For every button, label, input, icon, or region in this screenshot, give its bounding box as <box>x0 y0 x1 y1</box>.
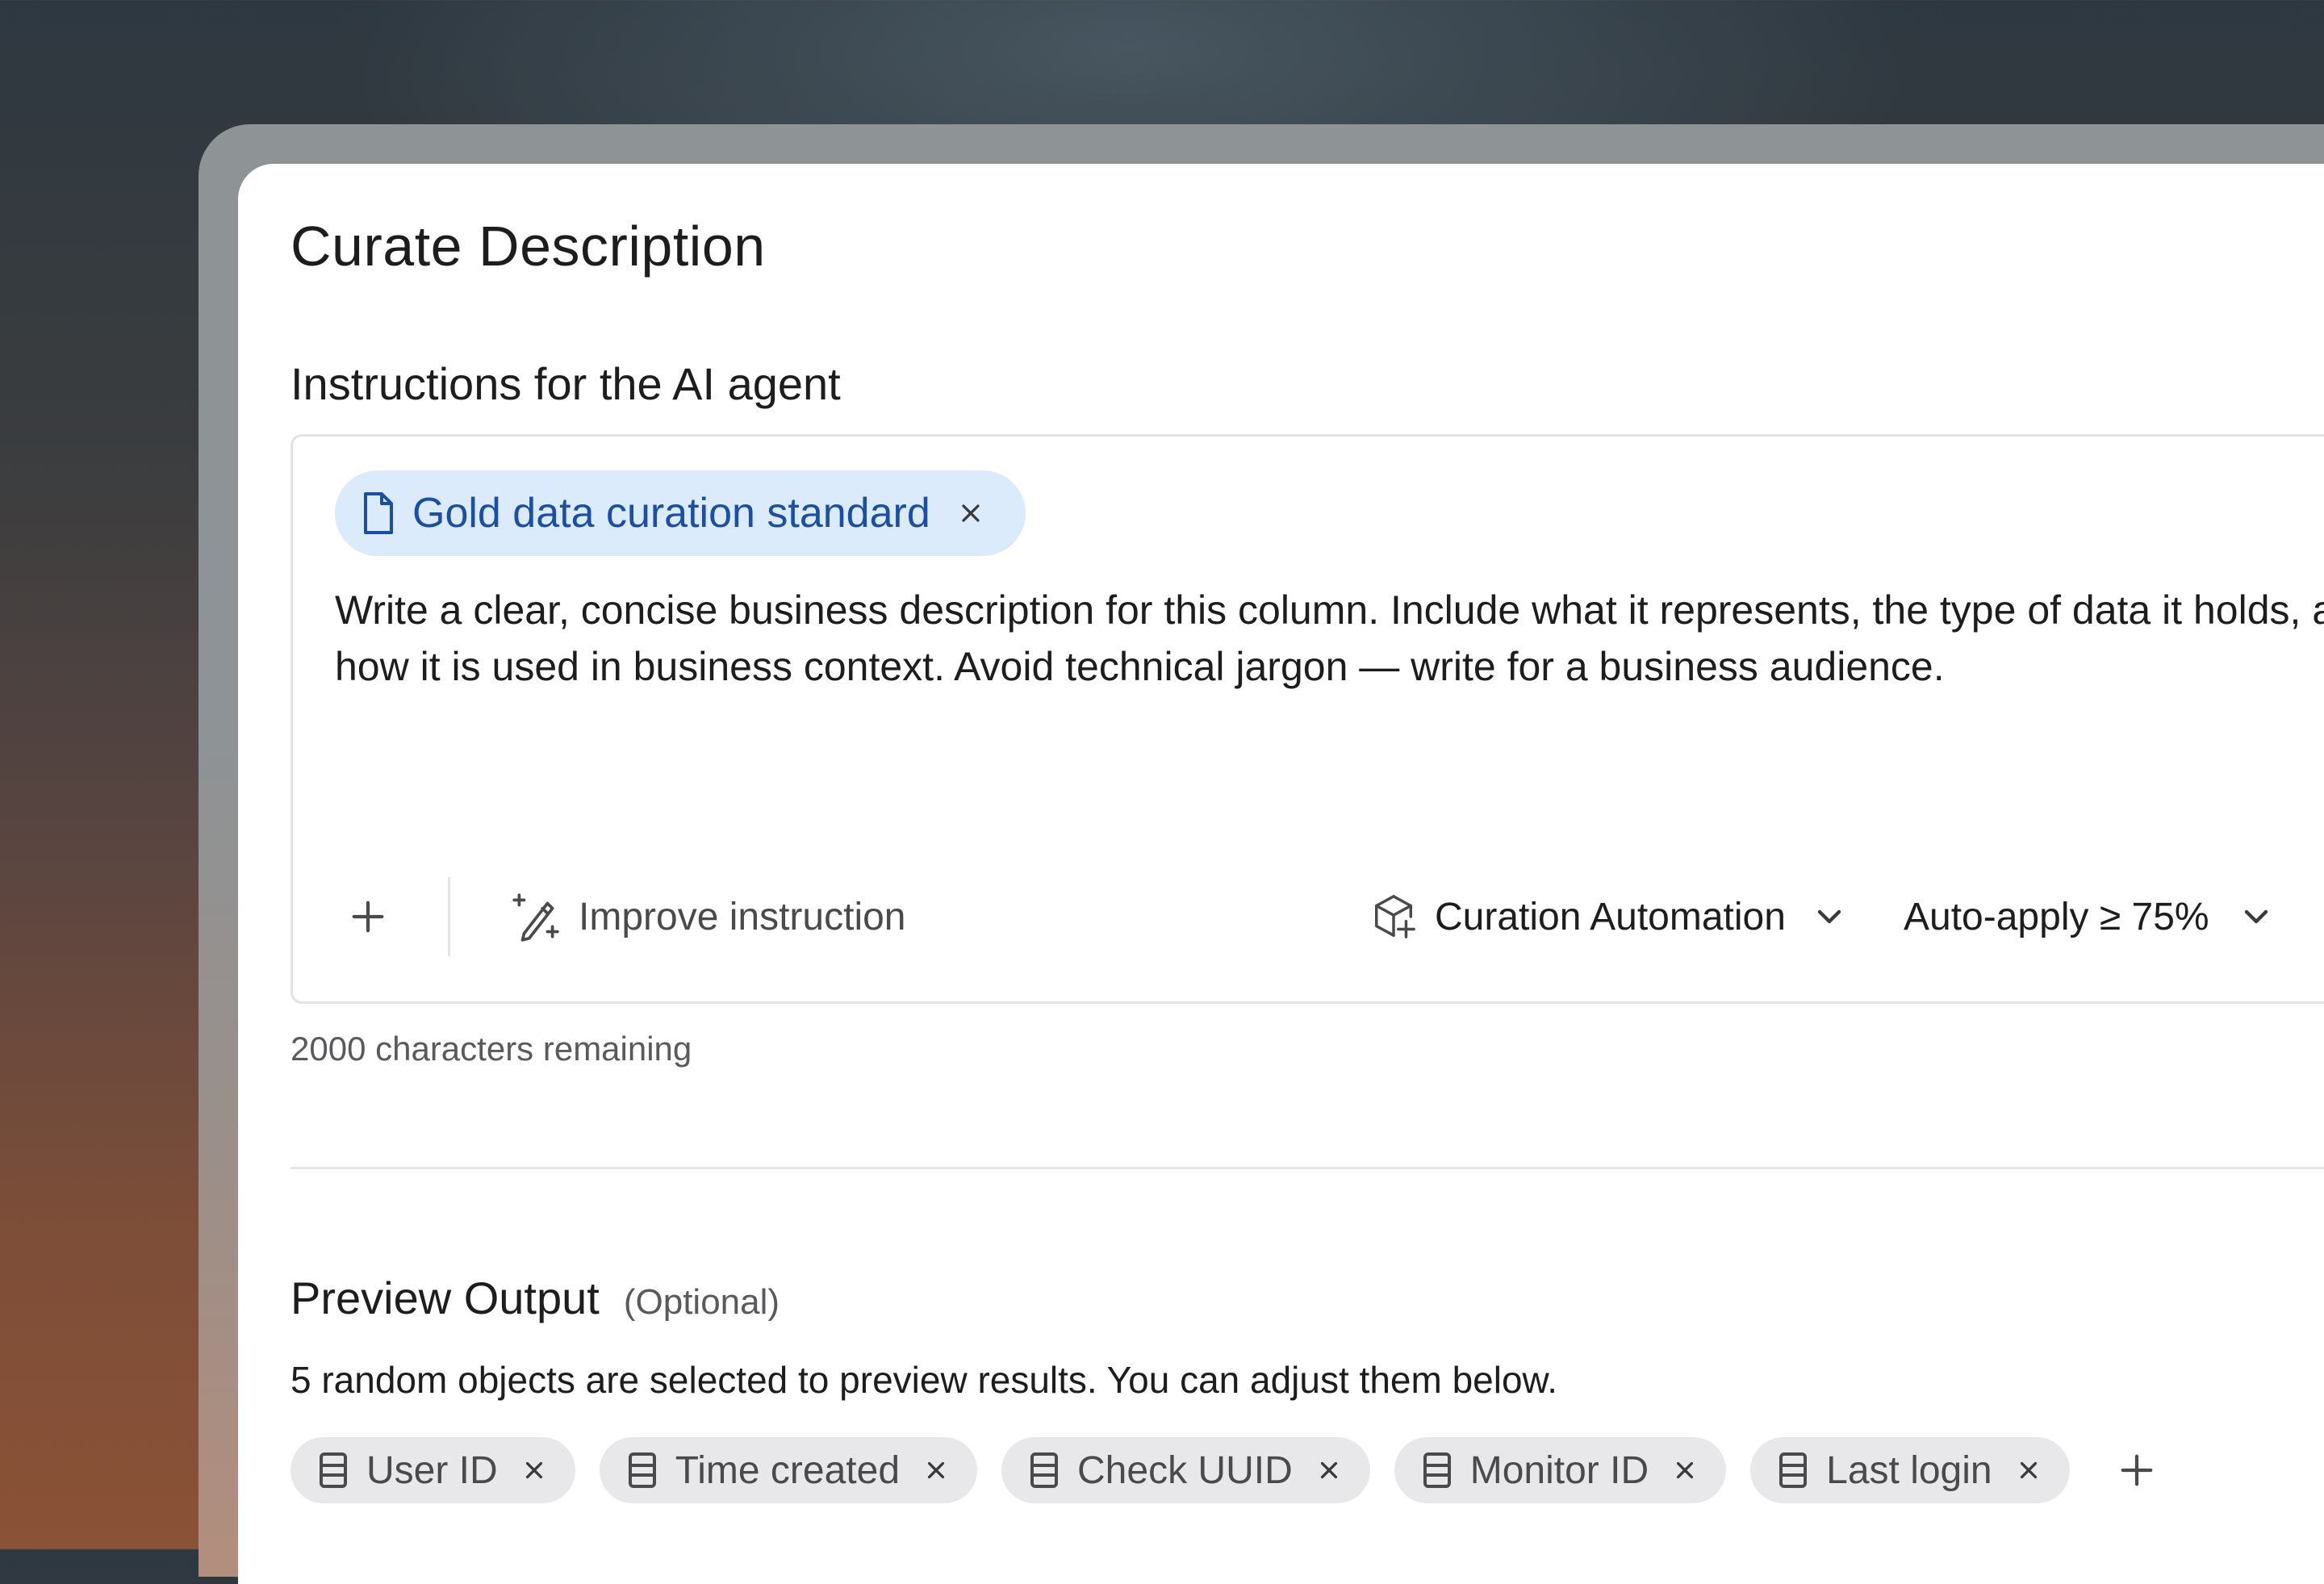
characters-remaining: 2000 characters remaining <box>290 1030 692 1068</box>
curate-description-dialog: Curate Description Instructions for the … <box>238 164 2324 1584</box>
preview-object-chip[interactable]: User ID <box>290 1437 575 1503</box>
preview-output-heading: Preview Output (Optional) <box>290 1272 780 1324</box>
document-icon <box>359 491 398 536</box>
preview-object-chip[interactable]: Last login <box>1750 1437 2070 1503</box>
close-icon[interactable] <box>922 1457 950 1484</box>
magic-wand-icon <box>511 890 561 943</box>
optional-label: (Optional) <box>623 1282 780 1322</box>
dialog-title: Curate Description <box>290 215 766 278</box>
instructions-label: Instructions for the AI agent <box>290 358 841 409</box>
table-icon <box>1778 1451 1808 1490</box>
preview-object-chip[interactable]: Check UUID <box>1001 1437 1370 1503</box>
instruction-editor[interactable]: Gold data curation standard Write a clea… <box>290 434 2324 1004</box>
remove-document-icon[interactable] <box>955 497 987 529</box>
cube-sparkle-icon <box>1370 892 1417 942</box>
close-icon[interactable] <box>520 1457 548 1484</box>
auto-apply-label: Auto-apply ≥ 75% <box>1904 895 2209 938</box>
table-icon <box>1029 1451 1060 1490</box>
preview-description: 5 random objects are selected to preview… <box>290 1359 1558 1401</box>
section-divider <box>290 1167 2324 1169</box>
preview-object-label: Monitor ID <box>1469 1448 1649 1492</box>
preview-object-chip[interactable]: Monitor ID <box>1394 1437 1727 1503</box>
chevron-down-icon <box>2240 901 2272 933</box>
curation-automation-dropdown[interactable]: Curation Automation <box>1370 884 1845 950</box>
preview-output-title: Preview Output <box>290 1273 600 1323</box>
attached-document-label: Gold data curation standard <box>412 490 930 537</box>
preview-object-label: Time created <box>675 1448 901 1492</box>
table-icon <box>627 1451 658 1490</box>
close-icon[interactable] <box>1315 1457 1343 1484</box>
curation-automation-label: Curation Automation <box>1435 895 1786 938</box>
preview-object-list: User ID Time created Check UUID Monitor … <box>290 1437 2163 1503</box>
toolbar-divider <box>448 877 450 956</box>
close-icon[interactable] <box>1671 1457 1699 1484</box>
preview-object-label: Last login <box>1826 1448 1992 1492</box>
table-icon <box>318 1451 349 1490</box>
add-object-button[interactable] <box>2110 1444 2163 1497</box>
close-icon[interactable] <box>2015 1457 2042 1484</box>
improve-instruction-button[interactable]: Improve instruction <box>511 884 906 950</box>
auto-apply-threshold-dropdown[interactable]: Auto-apply ≥ 75% <box>1904 884 2272 950</box>
improve-instruction-label: Improve instruction <box>579 895 906 938</box>
add-button[interactable] <box>341 890 395 943</box>
table-icon <box>1422 1451 1452 1490</box>
preview-object-label: Check UUID <box>1077 1448 1293 1492</box>
instruction-text[interactable]: Write a clear, concise business descript… <box>335 582 2324 695</box>
chevron-down-icon <box>1813 901 1845 933</box>
attached-document-chip[interactable]: Gold data curation standard <box>335 470 1026 556</box>
preview-object-label: User ID <box>366 1448 498 1492</box>
preview-object-chip[interactable]: Time created <box>599 1437 978 1503</box>
editor-toolbar: Improve instruction Curation Automation <box>293 872 2324 961</box>
